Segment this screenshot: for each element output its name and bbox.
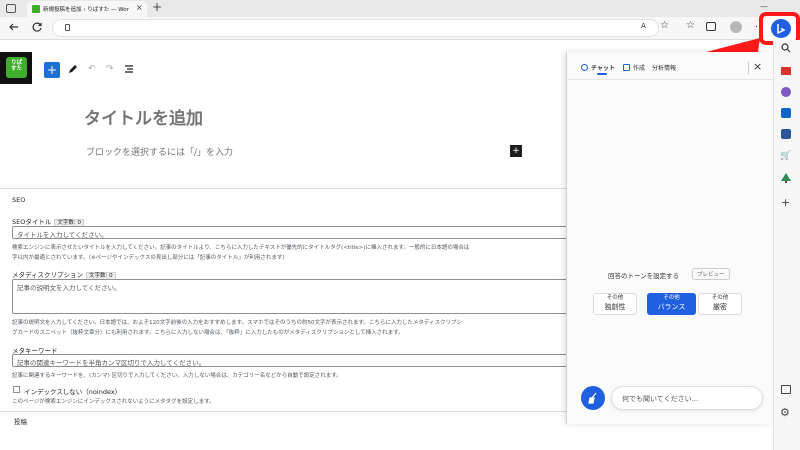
inline-add-block-button[interactable]: +	[510, 145, 522, 157]
tone-creative-small: その他	[606, 295, 624, 302]
compose-icon	[623, 64, 630, 71]
shopping-icon[interactable]	[781, 67, 791, 75]
favorites-icon[interactable]: ☆	[686, 20, 695, 31]
tone-creative-label: 独創性	[604, 302, 626, 311]
panel-tab-chat[interactable]: チャット	[581, 63, 615, 72]
post-section-title: 投稿	[14, 418, 27, 426]
bing-chat-icon[interactable]	[771, 19, 791, 38]
chat-input[interactable]: 何でも聞いてください...	[611, 386, 763, 410]
tone-precise-label: 厳密	[713, 302, 727, 311]
site-logo-mark: りば すた	[6, 57, 27, 78]
tone-creative-button[interactable]: その他 独創性	[593, 293, 637, 315]
post-title-input[interactable]: タイトルを追加	[84, 104, 203, 129]
meta-keyword-placeholder: 記事の関連キーワードを半角カンマ区切りで入力してください。	[17, 359, 206, 367]
tone-precise-small: その他	[711, 295, 729, 302]
panel-tab-compose[interactable]: 作成	[623, 63, 645, 72]
tone-balanced-button[interactable]: その他 バランス	[647, 293, 696, 315]
post-section-divider	[0, 411, 566, 412]
seo-title-help-1: 検索エンジンに表示させたいタイトルを入力してください。記事のタイトルより、こちら…	[12, 245, 470, 251]
panel-tab-compose-label: 作成	[633, 65, 646, 72]
seo-title-placeholder: タイトルを入力してください。	[17, 231, 108, 239]
tab-actions-icon[interactable]	[6, 4, 16, 13]
seo-title-help-2: 字以内が最適とされています。（※ページやインデックスの見出し部分には「記事のタイ…	[12, 255, 288, 261]
seo-section-title: SEO	[12, 196, 26, 204]
add-block-button[interactable]: +	[44, 62, 60, 78]
lock-icon	[65, 24, 70, 31]
rail-settings-gear-icon[interactable]: ⚙	[780, 406, 790, 419]
noindex-help: このページが検索エンジンにインデックスされないようにメタタグを設定します。	[12, 399, 215, 405]
noindex-label[interactable]: インデックスしない（noindex）	[24, 386, 121, 396]
tools-icon[interactable]	[781, 87, 791, 97]
outlook-icon[interactable]	[781, 108, 791, 118]
block-placeholder[interactable]: ブロックを選択するには「/」を入力	[86, 145, 233, 158]
read-aloud-icon[interactable]: A	[641, 22, 646, 30]
tab-title: 新規投稿を追加 ‹ りばすた — Wor	[43, 7, 129, 13]
chat-input-placeholder: 何でも聞いてください...	[622, 395, 699, 403]
new-tab-button[interactable]: +	[152, 0, 162, 14]
chat-icon	[581, 64, 588, 71]
active-tab-indicator	[597, 73, 607, 75]
bing-chat-panel	[566, 52, 773, 424]
meta-desc-placeholder: 記事の説明文を入力してください。	[17, 284, 121, 292]
split-screen-icon[interactable]	[781, 385, 791, 394]
meta-desc-textarea[interactable]: 記事の説明文を入力してください。	[12, 279, 572, 314]
site-logo[interactable]: りば すた	[0, 52, 32, 84]
meta-keyword-input[interactable]: 記事の関連キーワードを半角カンマ区切りで入力してください。	[12, 354, 572, 367]
meta-desc-help-2: グカードのスニペット（抜粋文章分）にも利用されます。こちらに入力しない場合は、「…	[12, 330, 404, 336]
collections-icon[interactable]	[706, 22, 716, 31]
back-arrow-icon[interactable]	[8, 21, 20, 33]
profile-avatar[interactable]	[730, 21, 742, 33]
office-icon[interactable]	[781, 129, 791, 139]
tone-balanced-small: その他	[663, 295, 680, 302]
preview-badge: プレビュー	[692, 268, 730, 280]
panel-tab-chat-label: チャット	[591, 65, 615, 72]
tone-precise-button[interactable]: その他 厳密	[698, 293, 742, 315]
panel-tab-insights-label: 分析情報	[652, 65, 677, 72]
meta-desc-label-text: メタディスクリプション	[12, 271, 84, 279]
wordpress-favicon-icon	[32, 5, 40, 13]
favorite-star-icon[interactable]: ☆	[660, 20, 669, 31]
panel-tab-insights[interactable]: 分析情報	[652, 63, 676, 72]
browser-tab[interactable]: 新規投稿を追加 ‹ りばすた — Wor ×	[27, 1, 147, 17]
noindex-checkbox[interactable]	[13, 386, 20, 393]
shopping-cart-icon[interactable]: 🛒	[780, 151, 791, 161]
seo-title-label: SEOタイトル 文字数: 0	[12, 216, 84, 227]
tab-close-icon[interactable]: ×	[136, 3, 143, 12]
panel-divider	[748, 62, 749, 74]
meta-desc-label: メタディスクリプション 文字数: 0	[12, 269, 116, 280]
seo-title-label-text: SEOタイトル	[12, 218, 52, 226]
browser-tab-bar: 新規投稿を追加 ‹ りばすた — Wor × + —	[0, 0, 800, 17]
redo-icon[interactable]: ↷	[106, 64, 114, 74]
pencil-icon[interactable]	[68, 64, 78, 74]
tone-heading: 回答のトーンを設定する	[608, 272, 680, 280]
list-view-icon[interactable]	[124, 64, 134, 74]
tree-icon[interactable]	[781, 173, 791, 183]
minimize-button[interactable]: —	[760, 2, 768, 11]
panel-header-divider	[566, 79, 773, 80]
tone-balanced-label: バランス	[657, 302, 686, 311]
new-topic-broom-button[interactable]	[581, 386, 605, 410]
address-bar[interactable]	[52, 19, 659, 37]
seo-title-input[interactable]: タイトルを入力してください。	[12, 226, 572, 239]
refresh-icon[interactable]	[31, 21, 43, 33]
meta-keyword-help: 記事に関連するキーワードを、(カンマ) 区切りで入力してください。入力しない場合…	[12, 373, 342, 379]
meta-desc-help-1: 記事の説明文を入力してください。日本語では、およそ120文字前後の入力をおすすめ…	[12, 320, 463, 326]
search-icon[interactable]	[781, 43, 791, 53]
seo-metabox-divider	[0, 188, 566, 189]
panel-close-icon[interactable]: ×	[753, 60, 762, 73]
undo-icon[interactable]: ↶	[88, 64, 96, 74]
add-rail-item-icon[interactable]: +	[781, 196, 790, 209]
